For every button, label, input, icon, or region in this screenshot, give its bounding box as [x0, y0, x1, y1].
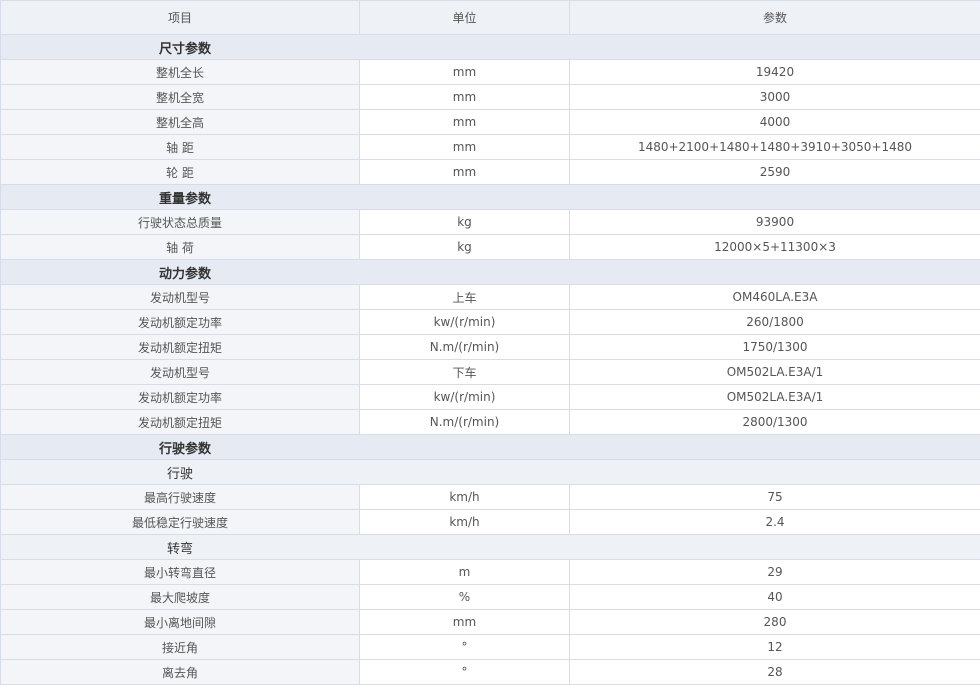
row-value: OM502LA.E3A/1: [569, 384, 980, 410]
row-value: 2800/1300: [569, 409, 980, 435]
table-row: 最高行驶速度 km/h 75: [0, 484, 980, 510]
subsection-title: 转弯: [0, 534, 980, 560]
section-header-row: 尺寸参数: [0, 34, 980, 60]
row-unit: mm: [359, 609, 570, 635]
row-label: 行驶状态总质量: [0, 209, 360, 235]
table-row: 发动机额定功率 kw/(r/min) OM502LA.E3A/1: [0, 384, 980, 410]
row-value: 280: [569, 609, 980, 635]
table-row: 整机全长 mm 19420: [0, 59, 980, 85]
table-body: 尺寸参数 整机全长 mm 19420 整机全宽 mm 3000 整机全高 mm 4000 轴 距 mm…: [0, 34, 980, 685]
row-unit: m: [359, 559, 570, 585]
row-label: 轮 距: [0, 159, 360, 185]
row-unit: km/h: [359, 509, 570, 535]
row-label: 整机全宽: [0, 84, 360, 110]
row-label: 发动机型号: [0, 359, 360, 385]
table-row: 发动机型号 上车 OM460LA.E3A: [0, 284, 980, 310]
row-unit: mm: [359, 59, 570, 85]
row-label: 最大爬坡度: [0, 584, 360, 610]
section-title: 尺寸参数: [0, 34, 980, 60]
row-label: 整机全长: [0, 59, 360, 85]
table-row: 发动机额定功率 kw/(r/min) 260/1800: [0, 309, 980, 335]
row-label: 整机全高: [0, 109, 360, 135]
row-value: OM502LA.E3A/1: [569, 359, 980, 385]
table-row: 最低稳定行驶速度 km/h 2.4: [0, 509, 980, 535]
table-row: 轮 距 mm 2590: [0, 159, 980, 185]
table-row: 行驶状态总质量 kg 93900: [0, 209, 980, 235]
row-unit: N.m/(r/min): [359, 409, 570, 435]
table-header-row: 项目 单位 参数: [0, 0, 980, 35]
row-value: 4000: [569, 109, 980, 135]
row-label: 发动机额定功率: [0, 309, 360, 335]
row-label: 最低稳定行驶速度: [0, 509, 360, 535]
row-value: 93900: [569, 209, 980, 235]
row-label: 最高行驶速度: [0, 484, 360, 510]
row-unit: kw/(r/min): [359, 309, 570, 335]
row-label: 发动机额定功率: [0, 384, 360, 410]
table-row: 发动机额定扭矩 N.m/(r/min) 1750/1300: [0, 334, 980, 360]
row-value: 75: [569, 484, 980, 510]
row-value: 12000×5+11300×3: [569, 234, 980, 260]
row-unit: mm: [359, 134, 570, 160]
row-label: 最小离地间隙: [0, 609, 360, 635]
row-unit: kg: [359, 209, 570, 235]
table-row: 整机全宽 mm 3000: [0, 84, 980, 110]
header-unit: 单位: [359, 0, 570, 35]
section-header-row: 重量参数: [0, 184, 980, 210]
row-value: 28: [569, 659, 980, 685]
row-unit: °: [359, 634, 570, 660]
spec-table: 项目 单位 参数 尺寸参数 整机全长 mm 19420 整机全宽 mm 3000 整机全高 mm…: [0, 0, 980, 685]
row-value: 40: [569, 584, 980, 610]
table-row: 最大爬坡度% 40: [0, 584, 980, 610]
section-header-row: 行驶参数: [0, 434, 980, 460]
table-row: 接近角 ° 12: [0, 634, 980, 660]
row-value: 2590: [569, 159, 980, 185]
row-unit: 上车: [359, 284, 570, 310]
table-row: 发动机型号 下车 OM502LA.E3A/1: [0, 359, 980, 385]
row-value: 3000: [569, 84, 980, 110]
row-unit: %: [359, 584, 570, 610]
row-label: 发动机型号: [0, 284, 360, 310]
row-unit: kw/(r/min): [359, 384, 570, 410]
row-label: 接近角: [0, 634, 360, 660]
table-row: 发动机额定扭矩 N.m/(r/min) 2800/1300: [0, 409, 980, 435]
row-value: 260/1800: [569, 309, 980, 335]
table-row: 整机全高 mm 4000: [0, 109, 980, 135]
row-value: 19420: [569, 59, 980, 85]
row-label: 发动机额定扭矩: [0, 334, 360, 360]
subsection-header-row: 行驶: [0, 459, 980, 485]
row-unit: km/h: [359, 484, 570, 510]
row-value: 12: [569, 634, 980, 660]
header-item: 项目: [0, 0, 360, 35]
row-unit: kg: [359, 234, 570, 260]
row-unit: °: [359, 659, 570, 685]
subsection-header-row: 转弯: [0, 534, 980, 560]
section-title: 重量参数: [0, 184, 980, 210]
header-value: 参数: [569, 0, 980, 35]
table-row: 离去角 ° 28: [0, 659, 980, 685]
subsection-title: 行驶: [0, 459, 980, 485]
row-unit: mm: [359, 84, 570, 110]
row-value: 2.4: [569, 509, 980, 535]
table-row: 最小离地间隙 mm 280: [0, 609, 980, 635]
table-row: 轴 荷 kg 12000×5+11300×3: [0, 234, 980, 260]
row-label: 发动机额定扭矩: [0, 409, 360, 435]
row-unit: N.m/(r/min): [359, 334, 570, 360]
row-value: 29: [569, 559, 980, 585]
row-unit: mm: [359, 109, 570, 135]
row-label: 轴 荷: [0, 234, 360, 260]
section-header-row: 动力参数: [0, 259, 980, 285]
table-row: 最小转弯直径 m 29: [0, 559, 980, 585]
row-label: 轴 距: [0, 134, 360, 160]
row-label: 离去角: [0, 659, 360, 685]
table-row: 轴 距 mm 1480+2100+1480+1480+3910+3050+1480: [0, 134, 980, 160]
section-title: 行驶参数: [0, 434, 980, 460]
row-label: 最小转弯直径: [0, 559, 360, 585]
row-unit: 下车: [359, 359, 570, 385]
row-value: 1750/1300: [569, 334, 980, 360]
row-value: 1480+2100+1480+1480+3910+3050+1480: [569, 134, 980, 160]
row-unit: mm: [359, 159, 570, 185]
section-title: 动力参数: [0, 259, 980, 285]
row-value: OM460LA.E3A: [569, 284, 980, 310]
